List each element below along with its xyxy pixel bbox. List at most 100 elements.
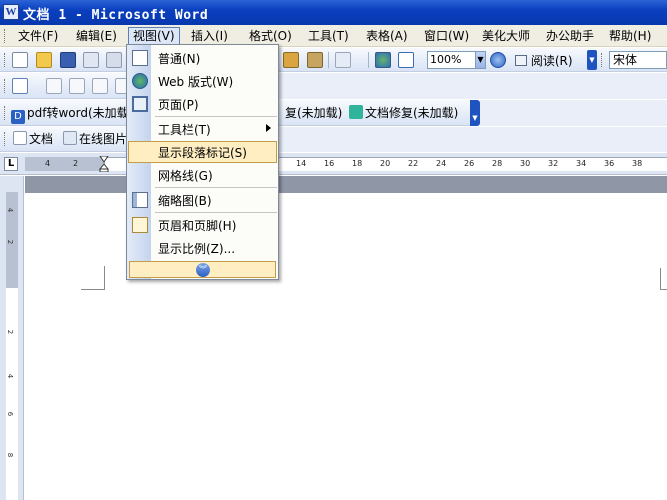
menu-help[interactable]: 帮助(H)	[605, 27, 655, 45]
ruler-track	[25, 157, 667, 171]
view-menu-item-gridlines[interactable]: 网格线(G)	[128, 164, 277, 186]
zoom-input[interactable]: 100%	[427, 51, 477, 69]
menu-tools[interactable]: 工具(T)	[304, 27, 353, 45]
view-menu-item-show-paragraph-marks[interactable]: 显示段落标记(S)	[128, 141, 277, 163]
formatting-toolbar-grip[interactable]	[601, 53, 604, 67]
view-menu-item-toolbars[interactable]: 工具栏(T)	[128, 118, 277, 140]
thumbnails-icon	[132, 192, 148, 208]
vertical-ruler-tick-label: 4	[6, 373, 15, 379]
menu-office-assistant[interactable]: 办公助手	[542, 27, 598, 45]
image-icon	[63, 131, 77, 145]
hyperlink-icon[interactable]	[375, 52, 391, 68]
paste-icon[interactable]	[283, 52, 299, 68]
read-button-label: 阅读(R)	[530, 54, 573, 68]
repair-button-partial[interactable]: 复(未加载)	[285, 104, 342, 122]
word-app-icon[interactable]: W	[3, 4, 19, 20]
expand-menu-button[interactable]: ︾	[129, 261, 276, 278]
ruler-tick-label: 22	[408, 159, 419, 168]
ruler-tick-label: 28	[492, 159, 503, 168]
text-box-icon[interactable]	[12, 78, 28, 94]
menubar-grip[interactable]	[4, 29, 7, 43]
vertical-ruler[interactable]: 4 2 2 4 6 8	[0, 176, 24, 500]
phonetic-guide-icon[interactable]	[92, 78, 108, 94]
title-bar: W 文档 1 - Microsoft Word	[0, 0, 667, 25]
undo-icon[interactable]	[335, 52, 351, 68]
ruler-tick-label: 18	[352, 159, 363, 168]
permission-icon[interactable]	[83, 52, 99, 68]
menu-separator	[155, 212, 277, 213]
menu-file[interactable]: 文件(F)	[14, 27, 62, 45]
ruler-tick-label: 32	[548, 159, 559, 168]
zoom-dropdown-arrow-icon[interactable]: ▼	[475, 51, 486, 69]
vertical-ruler-tick-label: 2	[6, 329, 15, 335]
save-icon[interactable]	[60, 52, 76, 68]
document-repair-label: 文档修复(未加载)	[365, 106, 459, 120]
toolbar-options-icon[interactable]: ▼	[470, 100, 480, 126]
spelling-icon[interactable]	[46, 78, 62, 94]
vertical-ruler-tick-label: 6	[6, 411, 15, 417]
help-icon[interactable]	[490, 52, 506, 68]
pdf-to-word-icon: D	[11, 110, 25, 124]
format-painter-icon[interactable]	[307, 52, 323, 68]
toolbar-grip[interactable]	[4, 79, 7, 93]
ruler-tick-label: 36	[604, 159, 615, 168]
ruler-tick-label: 38	[632, 159, 643, 168]
strikethrough-icon[interactable]	[69, 78, 85, 94]
view-menu-item-zoom[interactable]: 显示比例(Z)...	[128, 237, 277, 259]
normal-view-icon	[132, 50, 148, 66]
menu-insert[interactable]: 插入(I)	[187, 27, 232, 45]
indent-marker-icon[interactable]	[99, 156, 109, 172]
view-menu-item-print-layout[interactable]: 页面(P)	[128, 93, 277, 115]
toolbar-options-icon[interactable]: ▼	[587, 50, 597, 70]
new-document-icon[interactable]	[12, 52, 28, 68]
print-layout-icon	[132, 96, 148, 112]
view-menu-item-header-footer[interactable]: 页眉和页脚(H)	[128, 214, 277, 236]
view-menu-item-web-layout[interactable]: Web 版式(W)	[128, 70, 277, 92]
font-name-input[interactable]: 宋体	[609, 51, 667, 69]
document-repair-icon	[349, 105, 363, 119]
online-images-button[interactable]: 在线图片	[63, 130, 127, 148]
view-menu-dropdown: 普通(N) Web 版式(W) 页面(P) 工具栏(T) 显示段落标记(S) 网…	[126, 44, 279, 280]
standard-toolbar: 100% ▼ 阅读(R) ▼ 宋体	[0, 48, 667, 72]
toolbar-grip[interactable]	[4, 106, 7, 120]
ruler-tick-label: 26	[464, 159, 475, 168]
menu-format[interactable]: 格式(O)	[245, 27, 296, 45]
window-title: 文档 1 - Microsoft Word	[23, 8, 209, 23]
document-icon	[13, 131, 27, 145]
insert-table-icon[interactable]	[398, 52, 414, 68]
toolbar-grip[interactable]	[4, 132, 7, 146]
document-repair-button[interactable]: 文档修复(未加载)	[349, 104, 458, 122]
menu-bar: 文件(F) 编辑(E) 视图(V) 插入(I) 格式(O) 工具(T) 表格(A…	[0, 25, 667, 47]
toolbar-separator	[328, 52, 329, 68]
document-button[interactable]: 文档	[13, 130, 53, 148]
view-menu-item-normal[interactable]: 普通(N)	[128, 47, 277, 69]
menu-table[interactable]: 表格(A)	[362, 27, 412, 45]
ruler-tick-label: 30	[520, 159, 531, 168]
tab-selector-icon[interactable]: L	[4, 157, 18, 171]
book-icon	[515, 55, 527, 66]
vertical-ruler-tick-label: 2	[6, 239, 15, 245]
ruler-margin	[25, 157, 105, 171]
read-button[interactable]: 阅读(R)	[515, 52, 573, 69]
page-gap	[25, 176, 667, 193]
toolbar-grip[interactable]	[4, 53, 7, 67]
menu-separator	[155, 116, 277, 117]
web-layout-icon	[132, 73, 148, 89]
print-icon[interactable]	[106, 52, 122, 68]
vertical-ruler-tick-label: 8	[6, 452, 15, 458]
menu-beautify[interactable]: 美化大师	[478, 27, 534, 45]
ruler-tick-label: 24	[436, 159, 447, 168]
vertical-ruler-tick-label: 4	[6, 207, 15, 213]
menu-window[interactable]: 窗口(W)	[420, 27, 473, 45]
documents-toolbar: 文档 在线图片	[0, 127, 140, 152]
pdf-to-word-button[interactable]: Dpdf转word(未加载)	[11, 104, 133, 124]
view-menu-item-thumbnails[interactable]: 缩略图(B)	[128, 189, 277, 211]
double-chevron-down-icon: ︾	[196, 263, 210, 277]
document-page[interactable]	[25, 193, 667, 500]
menu-edit[interactable]: 编辑(E)	[72, 27, 121, 45]
ruler-tick-label: 14	[296, 159, 307, 168]
open-folder-icon[interactable]	[36, 52, 52, 68]
crop-mark	[81, 266, 105, 290]
horizontal-ruler[interactable]: L 4 2 14 16 18 20 22 24 26 28 30 32 34 3…	[0, 153, 667, 175]
menu-view[interactable]: 视图(V)	[128, 27, 180, 45]
